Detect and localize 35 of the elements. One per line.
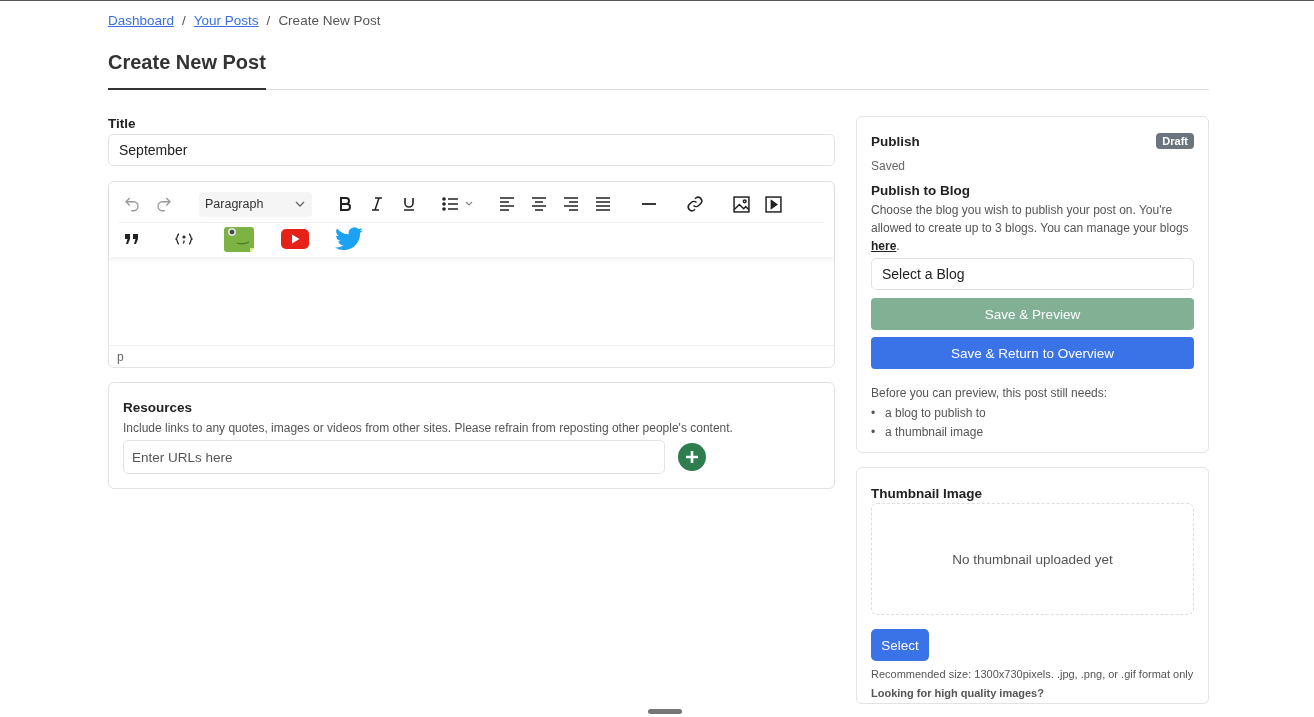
url-field[interactable]: Enter URLs here — [123, 440, 665, 474]
sticker-icon[interactable] — [223, 226, 255, 252]
select-button[interactable]: Select — [871, 629, 929, 661]
card-title: Thumbnail Image — [871, 486, 983, 501]
bullet-mark: • — [871, 424, 877, 441]
bullet-mark: • — [871, 405, 877, 422]
element-path: p — [117, 349, 124, 364]
requirements-note: Before you can preview, this post still needs: — [871, 386, 1109, 400]
card-title: Resources — [123, 400, 194, 415]
status-badge: Draft — [1156, 133, 1194, 149]
add-icon[interactable] — [678, 443, 706, 471]
thumbnail-dropzone[interactable]: No thumbnail uploaded yet — [871, 503, 1194, 615]
bird-icon[interactable] — [335, 226, 363, 252]
page-title: Create New Post — [108, 51, 266, 90]
section-title: Publish to Blog — [871, 183, 971, 198]
resources-description: Include links to any quotes, images or videos from other sites. Please refrain from reposting other people's content. — [123, 420, 734, 437]
field-label: Title — [108, 116, 137, 131]
requirement-item: a thumbnail image — [885, 424, 984, 441]
breadcrumb-current: Create New Post — [278, 12, 381, 28]
blog-select-field[interactable]: Select a Blog — [871, 258, 1194, 290]
requirement-item: a blog to publish to — [885, 405, 986, 422]
breadcrumb-link[interactable]: Dashboard — [108, 12, 175, 28]
empty-message: No thumbnail uploaded yet — [952, 551, 1113, 567]
size-hint: Recommended size: 1300x730pixels. .jpg, .png, or .gif format only Looking for high quality images? — [871, 667, 1194, 701]
breadcrumb-link[interactable]: Your Posts — [193, 12, 259, 28]
save-status: Saved — [871, 159, 907, 173]
card-title: Publish — [871, 133, 920, 149]
return-button[interactable]: Save & Return to Overview — [871, 337, 1194, 369]
breadcrumb-separator: / — [266, 12, 271, 28]
video-play-icon[interactable] — [281, 226, 309, 252]
block-format-dropdown[interactable]: Paragraph — [199, 191, 312, 217]
breadcrumb-separator: / — [182, 12, 186, 28]
drag-handle[interactable] — [648, 709, 682, 714]
blog-description: Choose the blog you wish to publish your post on. You're allowed to create up to 3 blogs. You can manage your blogs here. — [871, 202, 1190, 255]
title-field[interactable]: September — [108, 134, 835, 166]
